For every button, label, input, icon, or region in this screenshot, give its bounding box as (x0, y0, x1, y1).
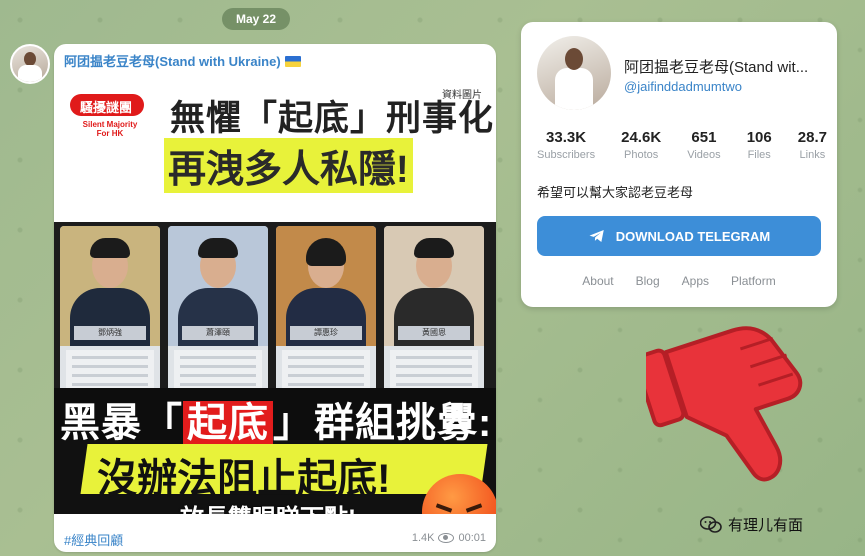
stat-label: Videos (687, 149, 721, 161)
poster-header: 騷擾謎團 Silent Majority For HK 資料圖片 無懼「起底」刑… (54, 76, 496, 226)
poster-photo-row: 鄧炳強 蕭澤頤 譚惠珍 黃國恩 (54, 222, 496, 410)
person-card: 譚惠珍 (276, 226, 376, 406)
poster-band-1-keyword: 起底 (183, 401, 273, 445)
person-name: 鄧炳強 (74, 326, 146, 340)
poster-headline-1: 無懼「起底」刑事化 (170, 99, 495, 138)
stat-label: Links (799, 149, 826, 161)
stat-label: Files (747, 149, 771, 161)
poster-band-1-prefix: 黑暴「 (60, 401, 183, 445)
link-blog[interactable]: Blog (636, 274, 660, 288)
stat-label: Photos (624, 149, 659, 161)
poster-logo-text: 騷擾謎團 (80, 100, 133, 115)
poster-band-1: 黑暴「 起底 」群組挑釁: (54, 388, 496, 445)
stat-links: 28.7 Links (798, 129, 827, 161)
link-apps[interactable]: Apps (682, 274, 709, 288)
stat-value: 28.7 (797, 129, 827, 146)
channel-avatar[interactable] (537, 36, 611, 110)
channel-name: 阿团揾老豆老母(Stand wit... (624, 59, 809, 76)
thumbs-down-icon (646, 326, 803, 482)
hashtag-link[interactable]: #經典回顧 (64, 530, 123, 549)
poster-headline-2: 再洩多人私隱! (164, 138, 413, 193)
eye-icon (438, 533, 455, 543)
message-bubble[interactable]: 阿团揾老豆老母(Stand with Ukraine) 騷擾謎團 Silent … (54, 44, 496, 552)
date-separator: May 22 (222, 8, 290, 30)
person-card: 黃國恩 (384, 226, 484, 406)
message-time: 00:01 (458, 532, 486, 544)
stat-value: 106 (746, 129, 772, 146)
footer-links: About Blog Apps Platform (521, 274, 837, 288)
channel-stats: 33.3K Subscribers 24.6K Photos 651 Video… (537, 129, 827, 161)
download-telegram-button[interactable]: DOWNLOAD TELEGRAM (537, 216, 821, 256)
sender-avatar[interactable] (10, 44, 50, 84)
channel-handle[interactable]: @jaifinddadmumtwo (624, 79, 742, 94)
wechat-icon (700, 515, 722, 533)
watermark: 有理儿有面 (700, 514, 803, 535)
stat-subscribers: 33.3K Subscribers (537, 129, 595, 161)
stat-value: 651 (691, 129, 717, 146)
stat-label: Subscribers (537, 149, 596, 161)
poster-logo: 騷擾謎團 Silent Majority For HK (70, 88, 144, 146)
poster-band-3: 放長雙眼睇下點! (180, 498, 356, 514)
person-card: 鄧炳強 (60, 226, 160, 406)
download-telegram-label: DOWNLOAD TELEGRAM (615, 228, 771, 244)
channel-info-card: 阿团揾老豆老母(Stand wit... @jaifinddadmumtwo 3… (521, 22, 837, 307)
poster-band-2-text: 沒辦法阻止起底! (97, 457, 391, 501)
channel-description: 希望可以幫大家認老豆老母 (537, 185, 694, 200)
poster-logo-subtitle: Silent Majority For HK (82, 120, 138, 138)
ukraine-flag-icon (284, 56, 301, 67)
message-image[interactable]: 騷擾謎團 Silent Majority For HK 資料圖片 無懼「起底」刑… (54, 76, 496, 514)
stat-value: 33.3K (546, 129, 587, 146)
poster-band-2: 沒辦法阻止起底! (80, 444, 488, 501)
view-count: 1.4K (411, 532, 435, 544)
paper-plane-icon (589, 230, 604, 242)
stat-files: 106 Files (747, 129, 772, 161)
person-name: 譚惠珍 (290, 326, 362, 340)
stat-photos: 24.6K Photos (621, 129, 661, 161)
sender-name[interactable]: 阿团揾老豆老母(Stand with Ukraine) (64, 54, 281, 69)
stat-value: 24.6K (621, 129, 662, 146)
watermark-text: 有理儿有面 (728, 517, 804, 534)
link-about[interactable]: About (582, 274, 613, 288)
person-name: 蕭澤頤 (182, 326, 254, 340)
stat-videos: 651 Videos (687, 129, 720, 161)
sender-name-row[interactable]: 阿团揾老豆老母(Stand with Ukraine) (64, 51, 301, 70)
link-platform[interactable]: Platform (731, 274, 776, 288)
message-meta: 1.4K 00:01 (412, 532, 486, 544)
person-card: 蕭澤頤 (168, 226, 268, 406)
person-name: 黃國恩 (398, 326, 470, 340)
poster-band-1-suffix: 」群組挑釁: (273, 401, 493, 445)
